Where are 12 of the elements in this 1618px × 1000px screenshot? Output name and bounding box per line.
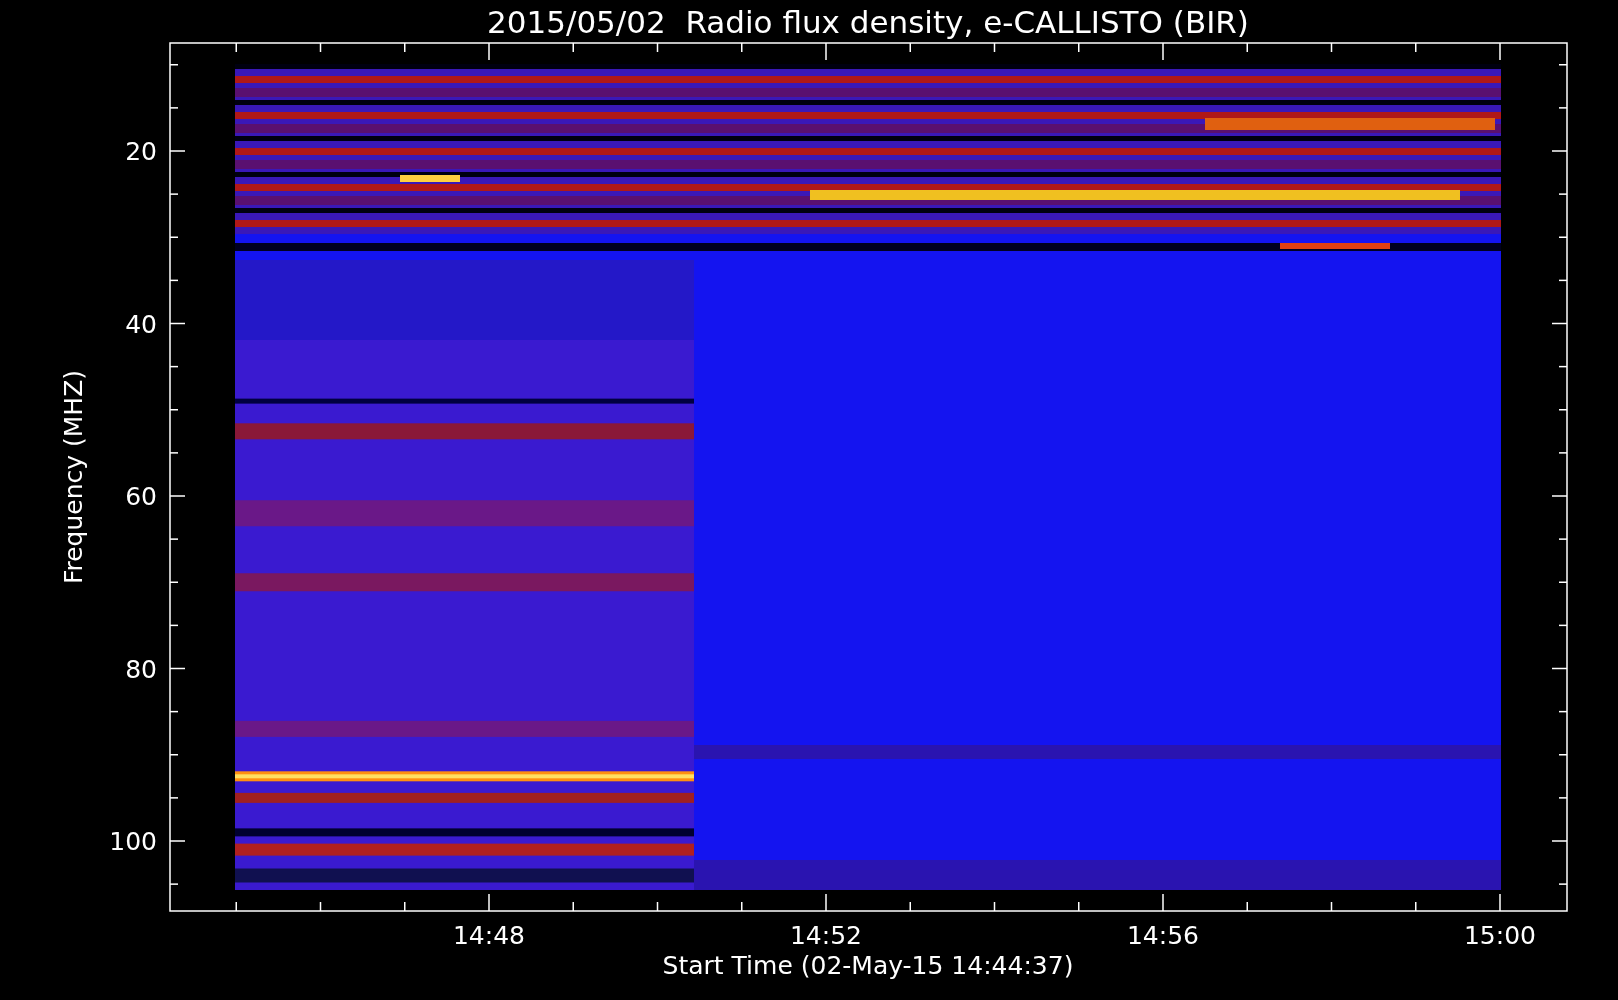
x-tick-label: 14:48 — [453, 921, 525, 950]
x-tick-label: 14:56 — [1127, 921, 1199, 950]
x-tick-label: 14:52 — [790, 921, 862, 950]
y-tick-label: 40 — [125, 309, 157, 339]
chart-title: 2015/05/02 Radio flux density, e-CALLISTO (BIR) — [487, 4, 1249, 40]
y-tick-label: 20 — [125, 137, 157, 166]
x-tick-label: 15:00 — [1464, 921, 1536, 950]
x-axis-label: Start Time (02-May-15 14:44:37) — [662, 951, 1074, 980]
y-axis-label: Frequency (MHZ) — [59, 369, 88, 585]
y-tick-label: 100 — [109, 827, 157, 856]
y-tick-label: 60 — [125, 482, 157, 511]
y-tick-label: 80 — [125, 654, 157, 684]
